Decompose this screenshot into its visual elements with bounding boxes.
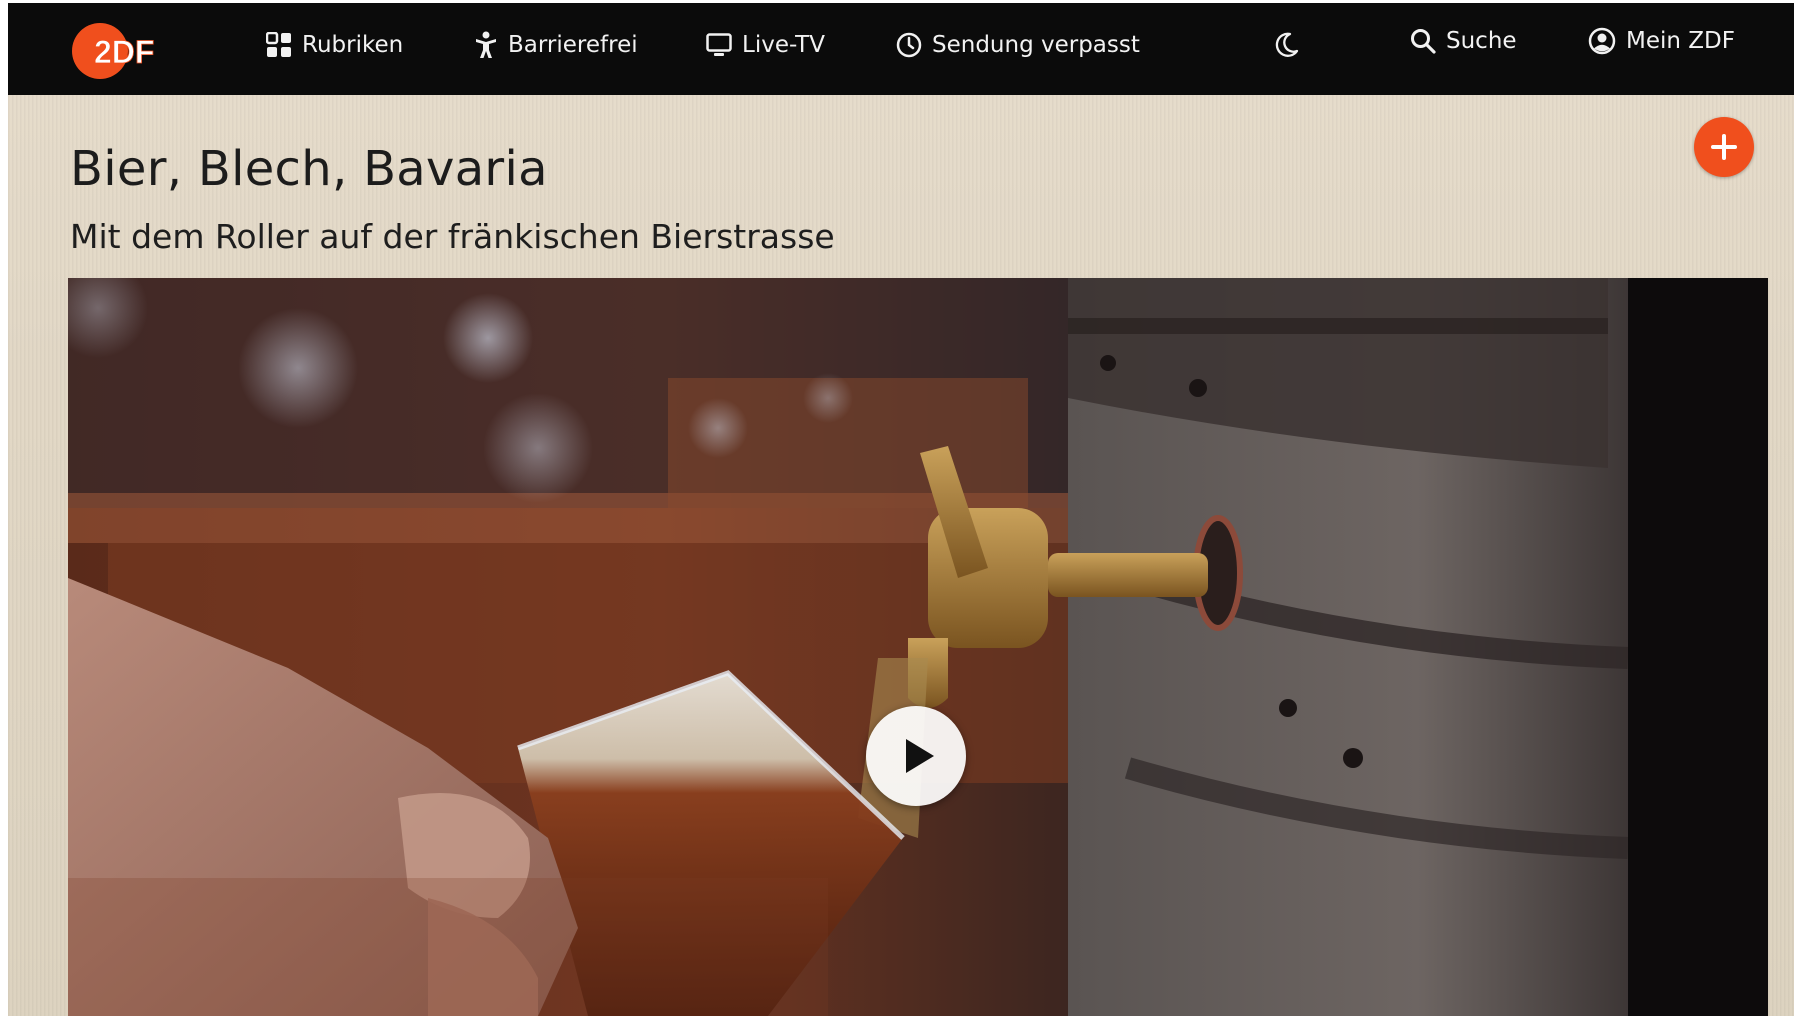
nav-rubriken-label: Rubriken — [302, 32, 404, 58]
clock-icon — [896, 32, 922, 58]
user-icon — [1588, 27, 1616, 55]
nav-live-tv-label: Live-TV — [742, 32, 825, 58]
nav-barrierefrei[interactable]: Barrierefrei — [474, 25, 638, 65]
video-hero-image[interactable] — [68, 278, 1768, 1016]
nav-barrierefrei-label: Barrierefrei — [508, 32, 638, 58]
nav-sendung-verpasst[interactable]: Sendung verpasst — [896, 25, 1140, 65]
moon-icon — [1272, 31, 1300, 59]
add-to-watchlist-button[interactable] — [1694, 117, 1754, 177]
search-label: Suche — [1446, 28, 1517, 54]
dark-mode-toggle[interactable] — [1272, 25, 1300, 65]
page-subtitle: Mit dem Roller auf der fränkischen Biers… — [70, 217, 835, 256]
svg-text:2DF: 2DF — [94, 34, 154, 70]
page-title: Bier, Blech, Bavaria — [70, 141, 548, 197]
tv-icon — [706, 33, 732, 57]
nav-rubriken[interactable]: Rubriken — [266, 25, 403, 65]
nav-sendung-verpasst-label: Sendung verpasst — [932, 32, 1140, 58]
nav-live-tv[interactable]: Live-TV — [706, 25, 825, 65]
accessibility-icon — [474, 31, 498, 59]
search-button[interactable]: Suche — [1410, 21, 1517, 61]
top-navigation-bar: 2DF Rubriken Barrierefrei Live-TV Sendun… — [8, 3, 1794, 95]
play-button[interactable] — [866, 706, 966, 806]
screen: 2DF Rubriken Barrierefrei Live-TV Sendun… — [0, 0, 1794, 1016]
video-thumbnail — [68, 278, 1768, 1016]
mein-zdf-button[interactable]: Mein ZDF — [1588, 21, 1735, 61]
search-icon — [1410, 28, 1436, 54]
mein-zdf-label: Mein ZDF — [1626, 28, 1735, 54]
grid-icon — [266, 32, 292, 58]
main-content: Bier, Blech, Bavaria Mit dem Roller auf … — [8, 95, 1794, 1016]
zdf-logo[interactable]: 2DF — [72, 23, 180, 79]
